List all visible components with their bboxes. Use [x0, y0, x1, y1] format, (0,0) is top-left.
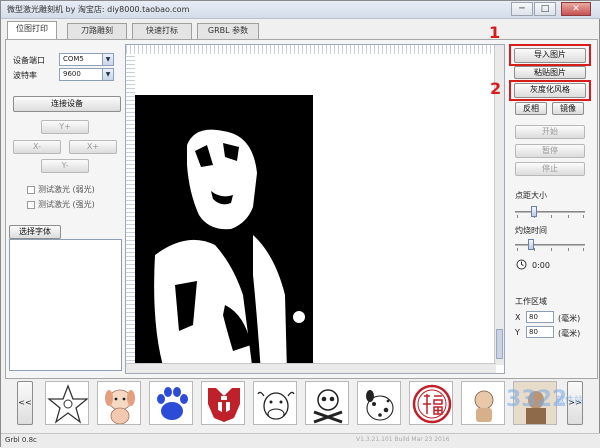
minimize-button[interactable]: ─: [511, 2, 533, 16]
baud-value: 9600: [63, 70, 81, 78]
connect-device-button[interactable]: 连接设备: [13, 96, 121, 112]
cow-icon[interactable]: [253, 381, 297, 425]
highlight-box-1: [509, 44, 591, 66]
cartoon-dog-icon[interactable]: [97, 381, 141, 425]
baud-select[interactable]: 9600 ▼: [59, 68, 114, 81]
ruler-left: [126, 54, 135, 365]
slider-knob[interactable]: [531, 206, 537, 217]
dalmatian-icon[interactable]: [357, 381, 401, 425]
x-unit: (毫米): [558, 314, 581, 323]
paste-image-button[interactable]: 粘贴图片: [514, 66, 586, 79]
highlight-box-2: [509, 80, 591, 101]
y-label: Y: [515, 328, 520, 337]
chevron-down-icon: ▼: [102, 69, 113, 80]
x-label: X: [515, 313, 521, 322]
start-button[interactable]: 开始: [515, 125, 585, 139]
y-size-input[interactable]: 80: [526, 326, 554, 338]
port-select[interactable]: COM5 ▼: [59, 53, 114, 66]
test-strong-label: 测试激光 (强光): [38, 200, 95, 209]
slider-tick: [583, 248, 584, 251]
annotation-number-2: 2: [490, 79, 502, 98]
tab-path-engrave[interactable]: 刀路雕刻: [67, 23, 127, 39]
annotation-number-1: 1: [489, 23, 501, 42]
app-window: 微型激光雕刻机 by 淘宝店: diy8000.taobao.com ─ □ ✕…: [0, 0, 600, 448]
choose-font-button[interactable]: 选择字体: [9, 225, 61, 239]
slider-tick: [551, 215, 552, 218]
burn-time-label: 灼烧时间: [515, 226, 547, 235]
horizontal-scrollbar[interactable]: [126, 363, 496, 373]
preview-canvas[interactable]: [125, 44, 505, 374]
autobot-logo-icon[interactable]: [201, 381, 245, 425]
firmware-version: Grbl 0.8c: [5, 436, 37, 444]
fu-seal-icon[interactable]: [409, 381, 453, 425]
maximize-button[interactable]: □: [534, 2, 556, 16]
checkbox-box: [27, 200, 35, 209]
slider-tick: [551, 248, 552, 251]
port-value: COM5: [63, 55, 84, 63]
move-y-minus-button[interactable]: Y-: [41, 159, 89, 173]
slider-knob[interactable]: [528, 239, 534, 250]
slider-tick: [568, 248, 569, 251]
slider-track: [515, 244, 585, 246]
slider-tick: [517, 215, 518, 218]
ruler-top: [126, 45, 496, 54]
chevron-down-icon: ▼: [102, 54, 113, 65]
slider-tick: [568, 215, 569, 218]
close-button[interactable]: ✕: [561, 2, 591, 16]
skull-crossbones-icon[interactable]: [305, 381, 349, 425]
toy-character-icon[interactable]: [461, 381, 505, 425]
mirror-button[interactable]: 镜像: [552, 102, 584, 115]
build-info: V1.3.21.101 Build Mar 23 2016: [356, 436, 450, 443]
burn-time-slider[interactable]: [515, 239, 585, 251]
test-strong-checkbox[interactable]: 测试激光 (强光): [27, 199, 95, 210]
grayscale-photo: [135, 95, 313, 373]
clock-icon: [516, 259, 527, 270]
slider-tick: [583, 215, 584, 218]
test-weak-checkbox[interactable]: 测试激光 (弱光): [27, 184, 95, 195]
baud-label: 波特率: [13, 71, 37, 80]
slider-tick: [517, 248, 518, 251]
title-bar: 微型激光雕刻机 by 淘宝店: diy8000.taobao.com ─ □ ✕: [1, 1, 600, 19]
timer-value: 0:00: [532, 261, 550, 270]
status-bar: Grbl 0.8c V1.3.21.101 Build Mar 23 2016: [1, 433, 600, 448]
window-title: 微型激光雕刻机 by 淘宝店: diy8000.taobao.com: [7, 5, 190, 14]
dot-size-slider[interactable]: [515, 206, 585, 218]
pause-button[interactable]: 暂停: [515, 144, 585, 158]
font-list[interactable]: [9, 239, 122, 371]
scroll-thumb[interactable]: [496, 329, 503, 359]
invert-button[interactable]: 反相: [515, 102, 547, 115]
prev-thumbs-button[interactable]: <<: [17, 381, 33, 425]
star-outline-icon[interactable]: [45, 381, 89, 425]
portrait-image: [135, 95, 313, 373]
checkbox-box: [27, 185, 35, 194]
slider-tick: [534, 248, 535, 251]
move-x-plus-button[interactable]: X+: [69, 140, 117, 154]
work-area-label: 工作区域: [515, 297, 547, 306]
tab-bitmap-print[interactable]: 位图打印: [7, 21, 57, 40]
dot-size-label: 点距大小: [515, 191, 547, 200]
move-x-minus-button[interactable]: X-: [13, 140, 61, 154]
paw-print-icon[interactable]: [149, 381, 193, 425]
x-size-input[interactable]: 80: [526, 311, 554, 323]
port-label: 设备端口: [13, 56, 45, 65]
slider-track: [515, 211, 585, 213]
stop-button[interactable]: 停止: [515, 162, 585, 176]
move-y-plus-button[interactable]: Y+: [41, 120, 89, 134]
watermark-text: 软件站: [556, 396, 584, 406]
tab-grbl-params[interactable]: GRBL 参数: [197, 23, 259, 39]
y-unit: (毫米): [558, 329, 581, 338]
tab-quick-mark[interactable]: 快速打标: [132, 23, 192, 39]
test-weak-label: 测试激光 (弱光): [38, 185, 95, 194]
